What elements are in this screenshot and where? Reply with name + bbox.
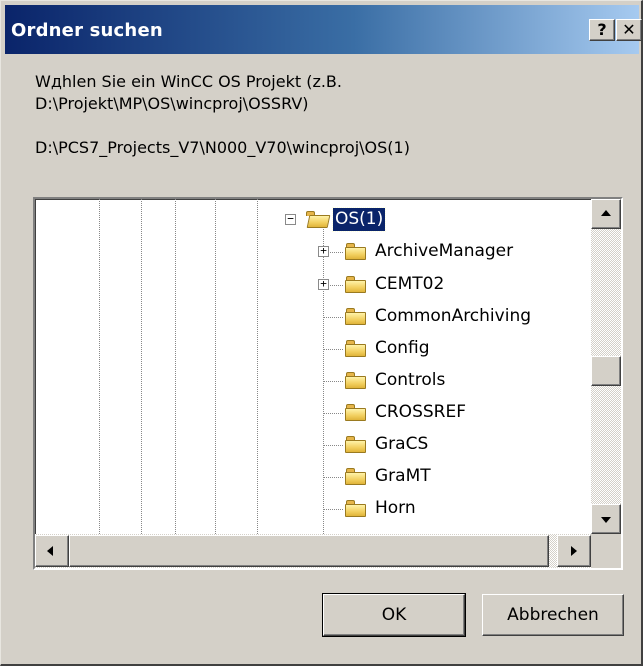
- folder-icon: [345, 372, 367, 389]
- tree-guide-line: [99, 199, 100, 534]
- scroll-down-button[interactable]: [591, 504, 621, 534]
- tree-node[interactable]: ArchiveManager: [345, 239, 585, 265]
- tree-node-label: Controls: [375, 370, 446, 390]
- tree-node[interactable]: Horn: [345, 496, 585, 522]
- folder-open-icon: [305, 211, 331, 228]
- tree-guide-line: [175, 199, 176, 534]
- horizontal-scrollbar[interactable]: [35, 534, 591, 568]
- tree-branch-connector: [323, 445, 343, 446]
- tree-node-label: GraMT: [375, 466, 431, 486]
- tree-branch-connector: [323, 509, 343, 510]
- tree-node-label: CommonArchiving: [375, 306, 532, 326]
- close-button[interactable]: ✕: [616, 19, 642, 41]
- tree-branch-connector: [323, 349, 343, 350]
- expand-toggle-icon[interactable]: +: [318, 278, 329, 290]
- tree-node[interactable]: CEMT02: [345, 272, 585, 298]
- scroll-left-button[interactable]: [35, 535, 69, 567]
- tree-branch-connector: [323, 317, 343, 318]
- scroll-up-button[interactable]: [591, 199, 621, 229]
- tree-node-label: Config: [375, 338, 430, 358]
- vertical-scroll-thumb[interactable]: [591, 356, 621, 386]
- arrow-left-icon: [47, 546, 53, 556]
- tree-node[interactable]: GraCS: [345, 432, 585, 458]
- horizontal-scroll-thumb[interactable]: [69, 535, 549, 567]
- tree-node-label: CEMT02: [375, 274, 445, 294]
- selected-path-text: D:\PCS7_Projects_V7\N000_V70\wincproj\OS…: [35, 138, 410, 157]
- tree-branch-connector: [323, 413, 343, 414]
- folder-icon: [345, 404, 367, 421]
- folder-icon: [345, 468, 367, 485]
- expand-toggle-icon[interactable]: +: [318, 245, 329, 257]
- tree-branch-connector: [323, 477, 343, 478]
- folder-tree[interactable]: − OS(1) + ArchiveManager + CEMT02 Common…: [33, 197, 623, 570]
- cancel-button[interactable]: Abbrechen: [482, 594, 624, 636]
- tree-guide-line: [257, 199, 258, 534]
- folder-icon: [345, 276, 367, 293]
- arrow-up-icon: [601, 210, 611, 216]
- collapse-toggle-icon[interactable]: −: [285, 213, 296, 225]
- folder-icon: [345, 436, 367, 453]
- tree-node-label: Horn: [375, 498, 416, 518]
- browse-folder-dialog: Ordner suchen ? ✕ Wдhlen Sie ein WinCC O…: [0, 0, 643, 666]
- tree-node-label: GraCS: [375, 434, 429, 454]
- dialog-title: Ordner suchen: [11, 20, 163, 41]
- tree-branch-connector: [323, 381, 343, 382]
- tree-node[interactable]: GraMT: [345, 464, 585, 490]
- folder-icon: [345, 308, 367, 325]
- tree-node-label: ArchiveManager: [375, 241, 514, 261]
- tree-node[interactable]: Controls: [345, 368, 585, 394]
- tree-node-label: OS(1): [331, 207, 387, 232]
- arrow-down-icon: [601, 517, 611, 523]
- folder-icon: [345, 500, 367, 517]
- tree-node-root[interactable]: OS(1): [305, 207, 585, 233]
- ok-button[interactable]: OK: [322, 593, 466, 637]
- tree-guide-line: [215, 199, 216, 534]
- scroll-right-button[interactable]: [557, 535, 591, 567]
- tree-node[interactable]: CommonArchiving: [345, 304, 585, 330]
- tree-node[interactable]: Config: [345, 336, 585, 362]
- scrollbar-corner: [591, 534, 621, 568]
- folder-icon: [345, 243, 367, 260]
- folder-icon: [345, 340, 367, 357]
- tree-node-label: CROSSREF: [375, 402, 466, 422]
- instruction-text: Wдhlen Sie ein WinCC OS Projekt (z.B. D:…: [35, 72, 342, 113]
- vertical-scrollbar[interactable]: [591, 199, 621, 534]
- title-bar[interactable]: Ordner suchen ? ✕: [5, 5, 642, 54]
- tree-guide-line: [141, 199, 142, 534]
- arrow-right-icon: [571, 546, 577, 556]
- help-button[interactable]: ?: [589, 19, 615, 41]
- tree-node[interactable]: CROSSREF: [345, 400, 585, 426]
